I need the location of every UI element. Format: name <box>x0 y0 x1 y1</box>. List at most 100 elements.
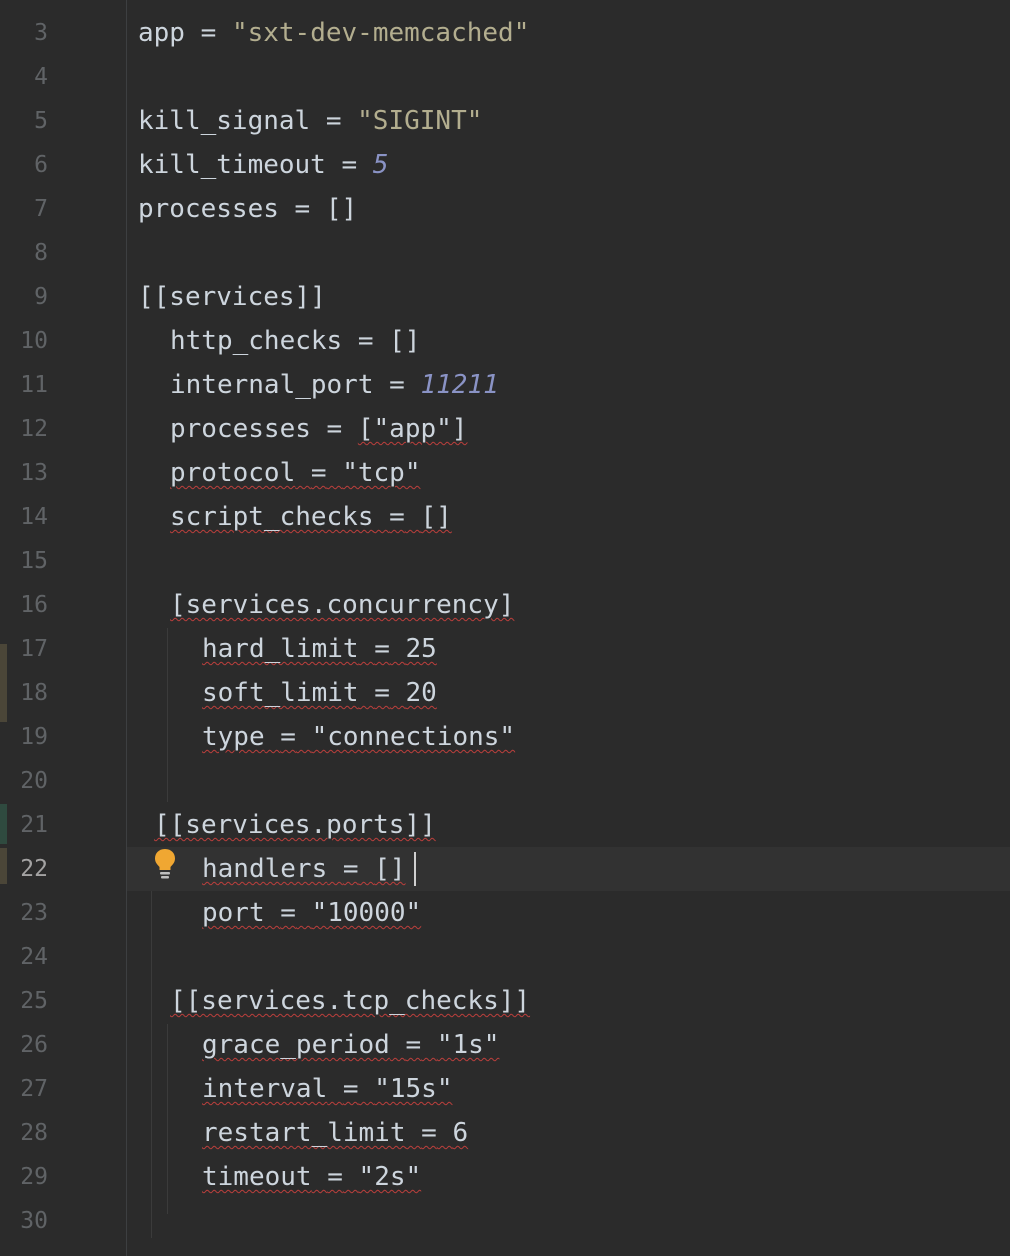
operator: = <box>357 326 374 356</box>
operator: = <box>389 370 405 400</box>
code-line[interactable]: internal_port = 11211 <box>127 363 1010 407</box>
operator: = <box>389 502 405 532</box>
key: grace_period <box>202 1030 390 1060</box>
line-number: 20 <box>20 768 48 794</box>
line-number-current: 22 <box>20 856 48 882</box>
operator: = <box>326 414 343 444</box>
code-line[interactable]: app = "sxt-dev-memcached" <box>127 11 1010 55</box>
line-number: 26 <box>20 1032 48 1058</box>
key: internal_port <box>170 370 374 400</box>
array-value: [] <box>389 326 421 356</box>
operator: = <box>374 678 390 708</box>
string-value: "1s" <box>436 1030 500 1060</box>
line-number: 10 <box>20 328 48 354</box>
operator: = <box>280 722 296 752</box>
operator: = <box>342 854 359 884</box>
string-value: "15s" <box>374 1074 453 1104</box>
table-header: [[services.tcp_checks]] <box>170 986 531 1016</box>
line-number: 8 <box>34 240 48 266</box>
string-value: "sxt-dev-memcached" <box>231 18 530 48</box>
key: script_checks <box>170 502 374 532</box>
key: kill_timeout <box>138 150 326 180</box>
number-value: 20 <box>405 678 437 708</box>
line-number: 5 <box>34 108 48 134</box>
line-number: 9 <box>34 284 48 310</box>
key: restart_limit <box>202 1118 406 1148</box>
code-line[interactable]: script_checks = [] <box>127 495 1010 539</box>
code-line[interactable]: [services.concurrency] <box>127 583 1010 627</box>
line-number: 16 <box>20 592 48 618</box>
operator: = <box>280 898 296 928</box>
line-number: 14 <box>20 504 48 530</box>
line-number: 4 <box>34 64 48 90</box>
line-number: 27 <box>20 1076 48 1102</box>
table-header: [[services.ports]] <box>154 810 436 840</box>
code-line[interactable]: [[services]] <box>127 275 1010 319</box>
code-line[interactable]: type = "connections" <box>127 715 1010 759</box>
code-area[interactable]: app = "sxt-dev-memcached" kill_signal = … <box>127 0 1010 1256</box>
code-line[interactable]: hard_limit = 25 <box>127 627 1010 671</box>
lightbulb-icon[interactable] <box>152 847 178 881</box>
code-line[interactable]: port = "10000" <box>127 891 1010 935</box>
string-value: "2s" <box>358 1162 422 1192</box>
operator: = <box>200 18 217 48</box>
operator: = <box>342 1074 359 1104</box>
line-number: 12 <box>20 416 48 442</box>
array-value: [] <box>374 854 406 884</box>
code-line[interactable]: http_checks = [] <box>127 319 1010 363</box>
code-line[interactable]: restart_limit = 6 <box>127 1111 1010 1155</box>
text-caret <box>414 852 416 886</box>
code-line-current[interactable]: handlers = [] <box>127 847 1010 891</box>
key: soft_limit <box>202 678 359 708</box>
line-number: 23 <box>20 900 48 926</box>
code-line[interactable]: interval = "15s" <box>127 1067 1010 1111</box>
number-value: 25 <box>405 634 437 664</box>
code-line[interactable]: grace_period = "1s" <box>127 1023 1010 1067</box>
number-value: 5 <box>372 150 389 180</box>
key: interval <box>202 1074 328 1104</box>
key: hard_limit <box>202 634 359 664</box>
key: processes <box>138 194 279 224</box>
array-value: [] <box>325 194 358 224</box>
line-number: 6 <box>34 152 48 178</box>
line-number-gutter[interactable]: 3 4 5 6 7 8 9 10 11 12 13 14 15 16 17 18… <box>0 0 126 1256</box>
operator: = <box>327 1162 343 1192</box>
number-value: 11211 <box>420 370 499 400</box>
code-line[interactable]: processes = [] <box>127 187 1010 231</box>
code-line[interactable]: kill_timeout = 5 <box>127 143 1010 187</box>
operator: = <box>325 106 342 136</box>
key: app <box>138 18 185 48</box>
operator: = <box>374 634 390 664</box>
key: type <box>202 722 265 752</box>
code-line[interactable]: [[services.tcp_checks]] <box>127 979 1010 1023</box>
string-value: "10000" <box>311 898 422 928</box>
string-value: "tcp" <box>342 458 421 488</box>
line-number: 24 <box>20 944 48 970</box>
line-number: 3 <box>34 20 48 46</box>
code-line[interactable]: [[services.ports]] <box>127 803 1010 847</box>
line-number: 7 <box>34 196 48 222</box>
code-line[interactable]: soft_limit = 20 <box>127 671 1010 715</box>
string-value: "connections" <box>311 722 516 752</box>
line-number: 29 <box>20 1164 48 1190</box>
line-number: 25 <box>20 988 48 1014</box>
key: port <box>202 898 265 928</box>
key: processes <box>170 414 311 444</box>
code-line[interactable]: protocol = "tcp" <box>127 451 1010 495</box>
key: kill_signal <box>138 106 311 136</box>
key: http_checks <box>170 326 343 356</box>
line-number: 18 <box>20 680 48 706</box>
array-value: ["app"] <box>357 414 468 444</box>
array-value: [] <box>420 502 452 532</box>
code-line[interactable]: timeout = "2s" <box>127 1155 1010 1199</box>
key: handlers <box>202 854 328 884</box>
code-line[interactable]: processes = ["app"] <box>127 407 1010 451</box>
line-number: 21 <box>20 812 48 838</box>
code-editor[interactable]: 3 4 5 6 7 8 9 10 11 12 13 14 15 16 17 18… <box>0 0 1010 1256</box>
key: timeout <box>202 1162 312 1192</box>
operator: = <box>405 1030 422 1060</box>
line-number: 19 <box>20 724 48 750</box>
number-value: 6 <box>452 1118 469 1148</box>
key: protocol <box>170 458 296 488</box>
code-line[interactable]: kill_signal = "SIGINT" <box>127 99 1010 143</box>
